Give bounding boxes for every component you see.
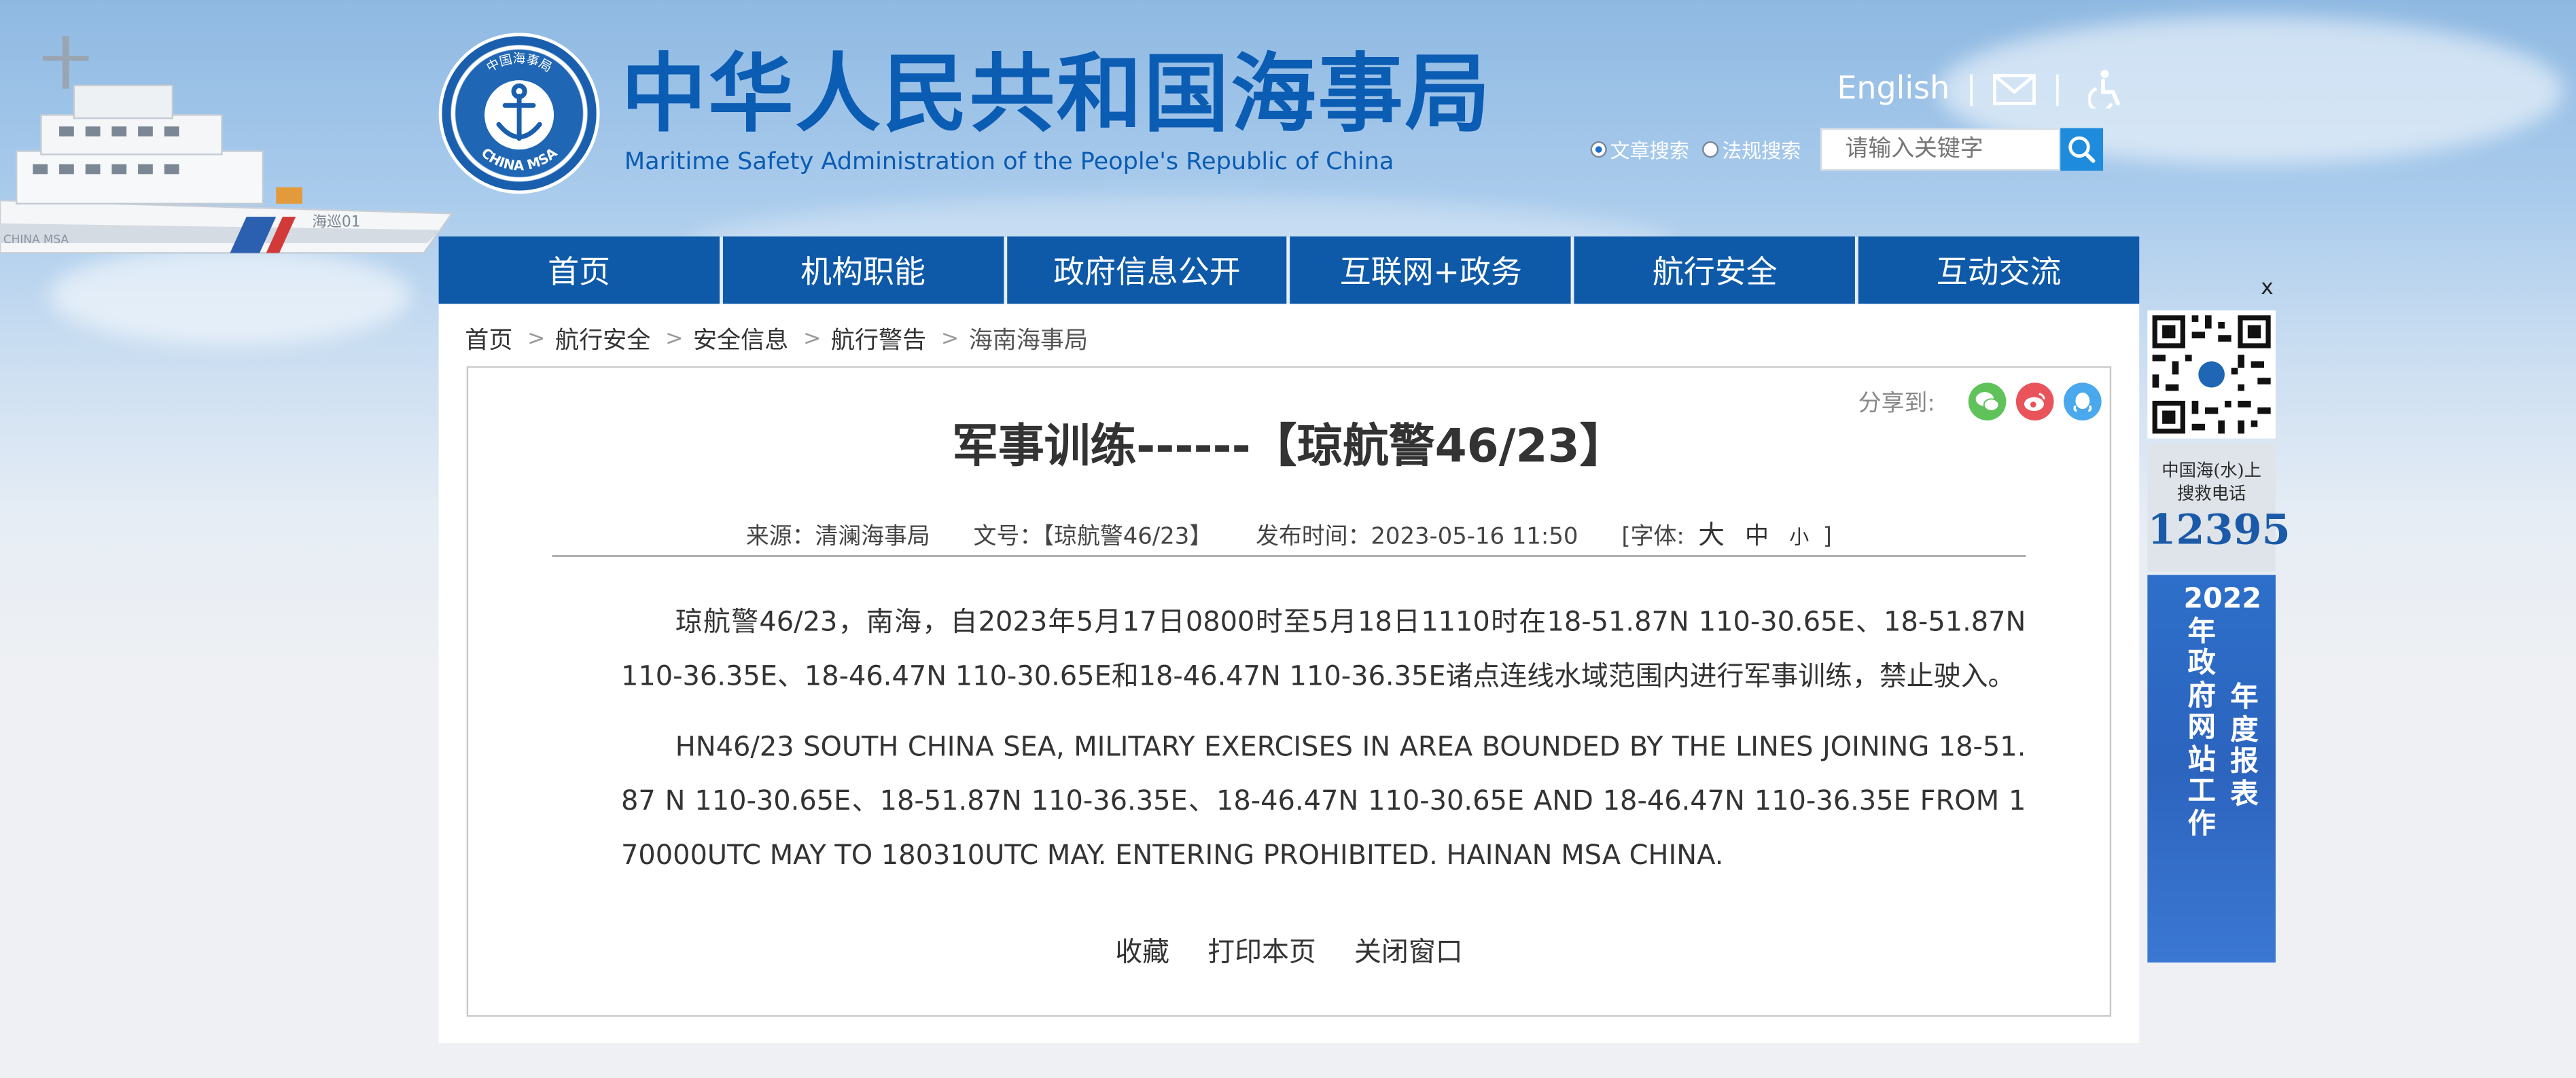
favorite-link[interactable]: 收藏 (1115, 936, 1169, 967)
print-link[interactable]: 打印本页 (1207, 936, 1316, 967)
hotline-number: 12395 (2147, 505, 2291, 554)
separator: | (2052, 70, 2063, 107)
site-title-cn[interactable]: 中华人民共和国海事局 (621, 46, 1492, 145)
nav-internet-gov[interactable]: 互联网+政务 (1290, 236, 1575, 304)
breadcrumb-navigation-safety[interactable]: 航行安全 (555, 322, 650, 357)
font-size-medium[interactable]: 中 (1745, 524, 1769, 550)
nav-functions[interactable]: 机构职能 (723, 236, 1007, 304)
font-size-small[interactable]: 小 (1789, 526, 1809, 549)
meta-font-label: [字体: (1621, 524, 1684, 551)
nav-gov-info[interactable]: 政府信息公开 (1006, 236, 1291, 304)
breadcrumb-separator: > (940, 327, 959, 352)
hotline-text-2: 搜救电话 (2176, 484, 2246, 505)
qr-code-image (2147, 310, 2276, 439)
nav-home[interactable]: 首页 (439, 236, 723, 304)
accessibility-icon[interactable] (2089, 69, 2125, 109)
meta-doc-no: 文号：【琼航警46/23】 (973, 524, 1213, 551)
search-option-law[interactable]: 法规搜索 (1702, 135, 1801, 163)
site-title-en: Maritime Safety Administration of the Pe… (624, 149, 1394, 176)
emblem-top-text: 中国海事局 (484, 52, 554, 75)
svg-text:中国海事局: 中国海事局 (484, 52, 554, 75)
meta-source: 来源：清澜海事局 (745, 524, 930, 551)
nav-interaction[interactable]: 互动交流 (1858, 236, 2139, 304)
breadcrumb-safety-info[interactable]: 安全信息 (693, 322, 788, 357)
annual-report-banner[interactable]: 年度报表 2022年政府网站工作 (2147, 575, 2276, 963)
radio-unchecked-icon (1702, 141, 1719, 158)
font-size-large[interactable]: 大 (1698, 519, 1725, 550)
search-option-article[interactable]: 文章搜索 (1590, 135, 1689, 163)
search-icon (2068, 136, 2096, 163)
nav-navigation-safety[interactable]: 航行安全 (1574, 236, 1859, 304)
search-option-law-label: 法规搜索 (1722, 139, 1801, 162)
search-option-article-label: 文章搜索 (1610, 139, 1689, 162)
ship-hull-text: 海巡01 (312, 214, 360, 231)
report-title-right: 年度报表 (2230, 681, 2259, 811)
breadcrumb-separator: > (802, 327, 822, 352)
float-close-button[interactable]: x (2261, 276, 2274, 300)
main-nav: 首页 机构职能 政府信息公开 互联网+政务 航行安全 互动交流 (438, 236, 2140, 304)
divider (552, 555, 2026, 557)
article-body: 琼航警46/23，南海，自2023年5月17日0800时至5月18日1110时在… (621, 594, 2026, 898)
hotline-banner[interactable]: 中国海(水)上 搜救电话 12395 (2147, 443, 2291, 572)
report-title-left: 2022年政府网站工作 (2183, 583, 2261, 840)
meta-font-close: ] (1822, 524, 1832, 551)
patrol-ship-image: 海巡01 CHINA MSA (0, 36, 454, 254)
article-meta: 来源：清澜海事局 文号：【琼航警46/23】 发布时间：2023-05-16 1… (552, 512, 2026, 552)
hotline-text-1: 中国海(水)上 (2162, 461, 2261, 482)
separator: | (1966, 70, 1977, 107)
ship-side-text: CHINA MSA (3, 232, 69, 246)
search-button[interactable] (2060, 128, 2104, 171)
breadcrumb-separator: > (527, 327, 546, 352)
msa-emblem-logo[interactable]: 中国海事局 CHINA MSA (438, 33, 600, 194)
search-input[interactable] (1820, 128, 2061, 171)
english-link[interactable]: English (1837, 71, 1949, 107)
breadcrumb-nav-warning[interactable]: 航行警告 (831, 322, 926, 357)
article-paragraph-en: HN46/23 SOUTH CHINA SEA, MILITARY EXERCI… (621, 731, 2026, 871)
breadcrumb: 首页 > 航行安全 > 安全信息 > 航行警告 > 海南海事局 (465, 322, 1088, 357)
article-title: 军事训练------【琼航警46/23】 (952, 418, 1626, 473)
article-paragraph-cn: 琼航警46/23，南海，自2023年5月17日0800时至5月18日1110时在… (621, 606, 2026, 691)
breadcrumb-separator: > (665, 327, 684, 352)
radio-checked-icon (1590, 141, 1607, 158)
meta-published: 发布时间：2023-05-16 11:50 (1256, 524, 1578, 551)
breadcrumb-home[interactable]: 首页 (465, 322, 512, 357)
close-window-link[interactable]: 关闭窗口 (1354, 936, 1463, 967)
article-actions: 收藏 打印本页 关闭窗口 (467, 930, 2111, 969)
breadcrumb-hainan-msa[interactable]: 海南海事局 (969, 322, 1088, 357)
mail-icon[interactable] (1993, 73, 2036, 105)
